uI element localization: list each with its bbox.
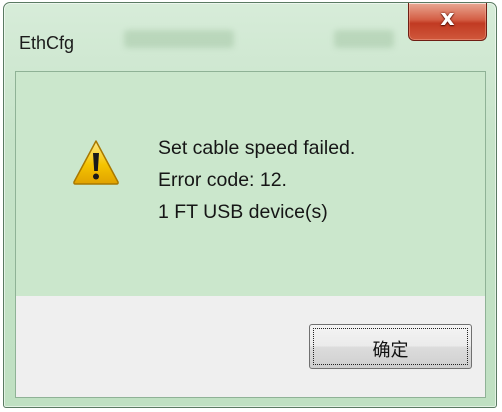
device-count-line: 1 FT USB device(s) [158,201,328,223]
button-area: 确定 [16,296,485,397]
message-line: Set cable speed failed. [158,137,356,159]
message-text: Set cable speed failed. Error code: 12. … [158,132,355,228]
ok-button[interactable]: 确定 [309,324,472,369]
message-area: Set cable speed failed. Error code: 12. … [16,72,485,296]
dialog-window: EthCfg x Set cable speed failed. Error c… [3,2,497,408]
dialog-content: Set cable speed failed. Error code: 12. … [15,71,486,398]
title-bar-backdrop [124,30,234,48]
ok-button-label: 确定 [372,340,409,361]
title-bar[interactable]: EthCfg x [4,3,496,71]
window-title: EthCfg [19,33,75,53]
close-button[interactable]: x [408,3,487,41]
close-icon: x [440,6,455,31]
warning-icon [73,140,119,185]
title-bar-backdrop [334,30,394,48]
error-code-line: Error code: 12. [158,169,287,191]
